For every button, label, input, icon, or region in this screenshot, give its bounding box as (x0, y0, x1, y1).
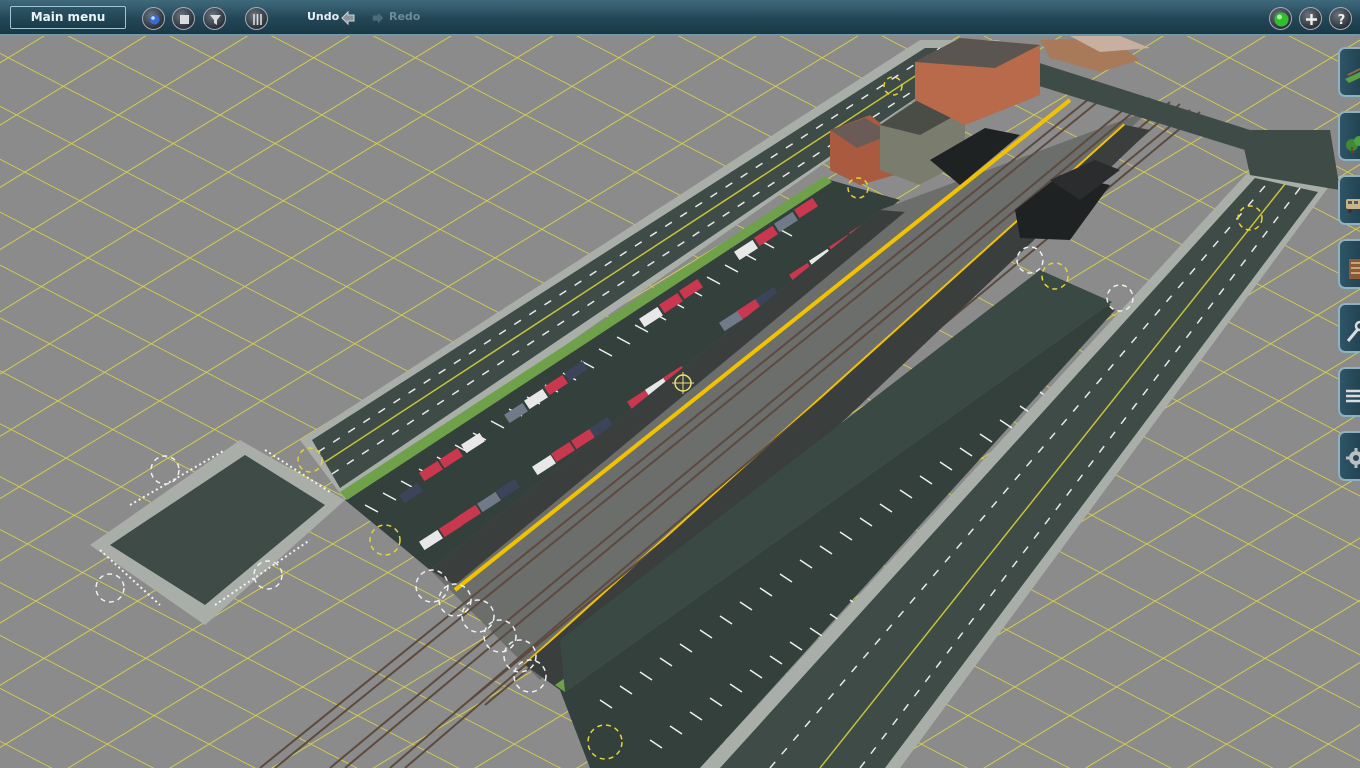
side-tab-trains[interactable] (1338, 175, 1360, 225)
status-light-icon (1274, 12, 1289, 27)
zoom-in-button[interactable] (1299, 7, 1322, 30)
side-tab-settings[interactable] (1338, 431, 1360, 481)
side-tab-buildings[interactable] (1338, 239, 1360, 289)
help-icon: ? (1338, 13, 1346, 28)
undo-arrow-icon (341, 10, 355, 26)
redo-arrow-icon (372, 12, 384, 24)
filter-icon (210, 15, 221, 25)
train-tool-icon (1346, 199, 1360, 213)
side-tab-layers[interactable] (1338, 367, 1360, 417)
grid-button[interactable] (245, 7, 268, 30)
record-button[interactable] (142, 7, 165, 30)
side-tab-track[interactable] (1338, 47, 1360, 97)
record-icon (149, 14, 160, 25)
svg-text:?: ? (1338, 13, 1346, 28)
status-light-button[interactable] (1269, 7, 1292, 30)
scenery-tool-icon (1346, 136, 1360, 153)
building-tool-icon (1349, 259, 1360, 279)
side-tab-scenery[interactable] (1338, 111, 1360, 161)
wrench-tool-icon (1346, 320, 1360, 342)
redo-button[interactable]: Redo (389, 10, 420, 23)
track-tool-icon (1345, 68, 1360, 83)
zoom-in-icon (1306, 14, 1317, 25)
gear-tool-icon (1346, 448, 1360, 468)
layers-tool-icon (1346, 389, 1360, 403)
main-menu-button[interactable]: Main menu (10, 6, 126, 29)
grid-icon (253, 14, 262, 25)
layout-viewport[interactable] (0, 0, 1360, 768)
side-tab-tools[interactable] (1338, 303, 1360, 353)
help-button[interactable]: ? (1329, 7, 1352, 30)
stop-button[interactable] (172, 7, 195, 30)
undo-button[interactable]: Undo (307, 10, 339, 23)
top-toolbar: Main menu Undo Redo ? (0, 0, 1360, 36)
filter-button[interactable] (203, 7, 226, 30)
stop-icon (180, 15, 189, 24)
